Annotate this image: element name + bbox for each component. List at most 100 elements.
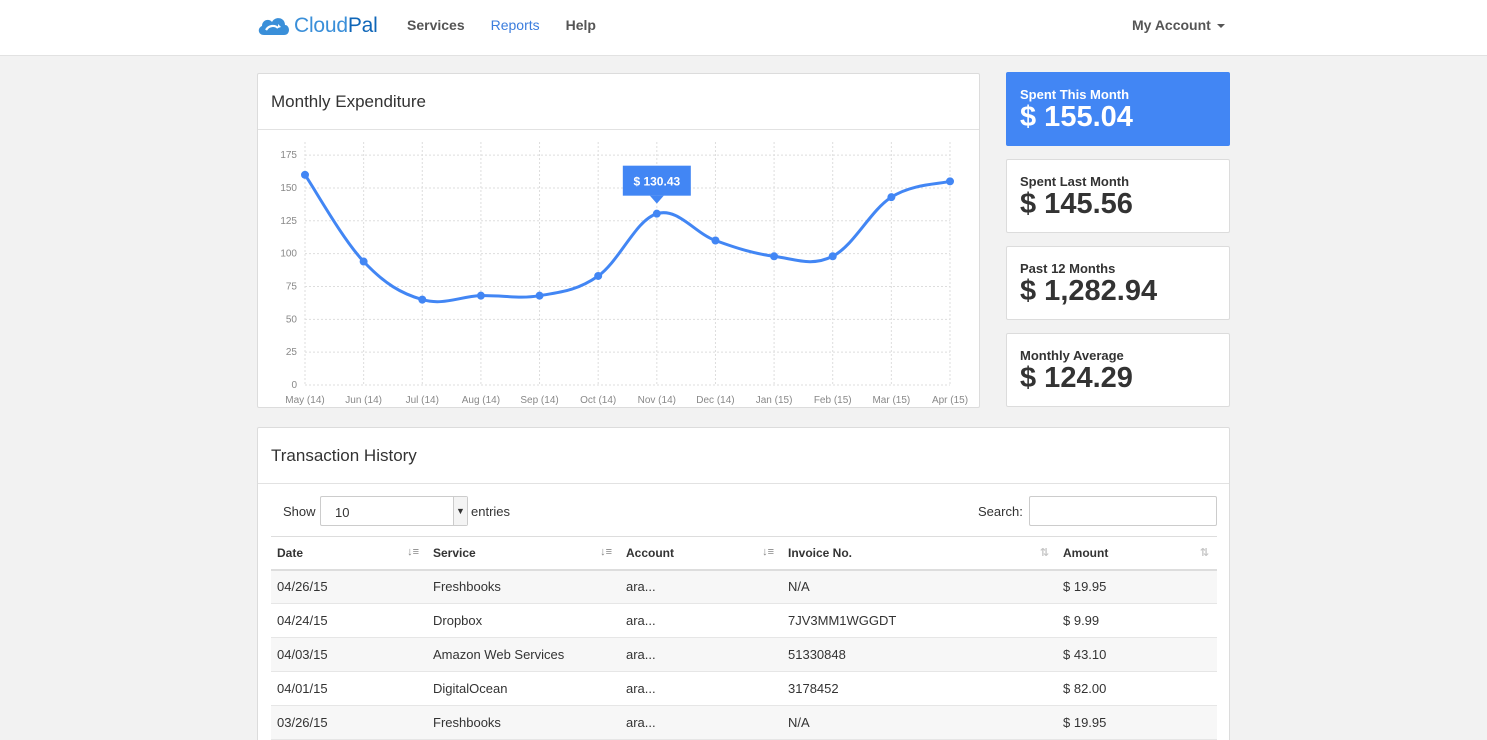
stat-value: $ 145.56 (1020, 188, 1133, 220)
entries-label: entries (471, 504, 511, 519)
column-header-label: Invoice No. (788, 545, 853, 560)
column-header-invoice[interactable]: Invoice No. ⇅ (782, 536, 1057, 571)
cell-date: 03/26/15 (271, 705, 427, 740)
stat-value: $ 124.29 (1020, 362, 1133, 394)
stat-card-last-month: Spent Last Month $ 145.56 (1006, 159, 1230, 233)
cell-service: Freshbooks (427, 705, 620, 740)
data-point (711, 236, 720, 245)
table-row[interactable]: 04/24/15 Dropbox ara... 7JV3MM1WGGDT $ 9… (271, 603, 1217, 638)
cell-date: 04/24/15 (271, 603, 427, 638)
nav-link-reports[interactable]: Reports (491, 17, 540, 33)
nav-link-help[interactable]: Help (566, 17, 596, 33)
expenditure-panel: Monthly Expenditure 0 25 50 75 100 125 150 175 M… (257, 73, 980, 408)
y-tick-label: 75 (286, 281, 298, 292)
x-tick-label: Aug (14) (462, 395, 500, 406)
cell-account: ara... (620, 569, 782, 604)
nav-link-services[interactable]: Services (407, 17, 465, 33)
cell-service: Freshbooks (427, 569, 620, 604)
my-account-dropdown[interactable]: My Account (1132, 17, 1225, 33)
tooltip-arrow (649, 195, 664, 204)
sort-both-icon: ⇅ (1039, 547, 1049, 559)
brand-name: CloudPal (294, 14, 378, 37)
data-point (359, 257, 368, 266)
data-point (535, 291, 544, 300)
x-tick-label: Nov (14) (638, 395, 676, 406)
tooltip-label: $ 130.43 (633, 175, 680, 189)
transaction-history-title: Transaction History (271, 446, 417, 465)
table-row[interactable]: 04/03/15 Amazon Web Services ara... 5133… (271, 637, 1217, 672)
sort-desc-icon: ↓≡ (600, 546, 612, 558)
column-header-service[interactable]: Service ↓≡ (427, 536, 620, 571)
entries-select-value: 10 (335, 505, 350, 520)
show-label: Show (283, 504, 316, 519)
brand-logo[interactable]: CloudPal (256, 11, 378, 41)
column-header-account[interactable]: Account ↓≡ (620, 536, 782, 571)
cell-account: ara... (620, 603, 782, 638)
expenditure-title: Monthly Expenditure (271, 92, 426, 111)
x-tick-label: Apr (15) (932, 395, 968, 406)
y-tick-label: 175 (280, 150, 297, 161)
data-point (594, 271, 603, 280)
column-header-label: Account (626, 545, 674, 560)
cell-amount: $ 19.95 (1057, 705, 1217, 740)
caret-down-icon (1216, 24, 1225, 29)
stat-value: $ 1,282.94 (1020, 275, 1158, 307)
y-tick-label: 0 (291, 380, 297, 391)
entries-select[interactable]: 10 ▼ (320, 496, 468, 526)
cell-invoice: 51330848 (782, 637, 1057, 672)
column-header-date[interactable]: Date ↓≡ (271, 536, 427, 571)
stat-label: Past 12 Months (1020, 261, 1116, 276)
data-point (301, 170, 309, 179)
data-point (887, 193, 896, 202)
panel-divider (258, 483, 1229, 484)
cell-amount: $ 82.00 (1057, 671, 1217, 706)
cell-date: 04/01/15 (271, 671, 427, 706)
table-row[interactable]: 04/01/15 DigitalOcean ara... 3178452 $ 8… (271, 671, 1217, 706)
table-header-row: Date ↓≡ Service ↓≡ Account ↓≡ Invoice No. ⇅ … (271, 536, 1217, 571)
cell-invoice: 3178452 (782, 671, 1057, 706)
cloud-logo-icon (258, 18, 289, 35)
data-point (770, 252, 779, 261)
search-input[interactable] (1029, 496, 1217, 526)
stat-value: $ 155.04 (1020, 101, 1133, 133)
y-tick-label: 100 (280, 249, 297, 260)
expenditure-chart: 0 25 50 75 100 125 150 175 May (14) Jun (14) Jul (… (280, 142, 968, 406)
cell-amount: $ 9.99 (1057, 603, 1217, 638)
search-label: Search: (978, 504, 1023, 519)
transaction-table: Date ↓≡ Service ↓≡ Account ↓≡ Invoice No. ⇅ … (271, 536, 1217, 740)
cell-invoice: N/A (782, 569, 1057, 604)
stat-card-past-12-months: Past 12 Months $ 1,282.94 (1006, 246, 1230, 320)
sort-desc-icon: ↓≡ (762, 546, 774, 558)
stat-label: Spent This Month (1020, 87, 1130, 102)
cell-account: ara... (620, 671, 782, 706)
column-header-label: Date (277, 545, 304, 560)
transaction-history-panel: Transaction History Show 10 ▼ entries Se… (257, 427, 1230, 740)
cell-invoice: N/A (782, 705, 1057, 740)
data-point (476, 291, 485, 300)
column-header-label: Amount (1063, 545, 1109, 560)
y-tick-label: 50 (286, 314, 298, 325)
cell-amount: $ 43.10 (1057, 637, 1217, 672)
x-tick-label: Dec (14) (696, 395, 734, 406)
cell-service: Dropbox (427, 603, 620, 638)
column-header-amount[interactable]: Amount ⇅ (1057, 536, 1217, 571)
y-tick-label: 25 (286, 347, 298, 358)
table-row[interactable]: 03/26/15 Freshbooks ara... N/A $ 19.95 (271, 705, 1217, 740)
cell-account: ara... (620, 637, 782, 672)
table-row[interactable]: 04/26/15 Freshbooks ara... N/A $ 19.95 (271, 569, 1217, 604)
stat-label: Spent Last Month (1020, 174, 1130, 189)
y-tick-label: 150 (280, 183, 297, 194)
y-tick-label: 125 (280, 216, 297, 227)
cell-service: DigitalOcean (427, 671, 620, 706)
x-tick-label: Sep (14) (520, 395, 558, 406)
stat-card-monthly-average: Monthly Average $ 124.29 (1006, 333, 1230, 407)
stat-card-this-month: Spent This Month $ 155.04 (1006, 72, 1230, 146)
chevron-down-icon: ▼ (453, 497, 467, 525)
data-point (946, 177, 954, 186)
x-tick-label: Oct (14) (580, 395, 616, 406)
cell-amount: $ 19.95 (1057, 569, 1217, 604)
x-tick-label: Jul (14) (406, 395, 439, 406)
data-point (418, 295, 427, 304)
cell-account: ara... (620, 705, 782, 740)
x-tick-label: Jan (15) (756, 395, 793, 406)
